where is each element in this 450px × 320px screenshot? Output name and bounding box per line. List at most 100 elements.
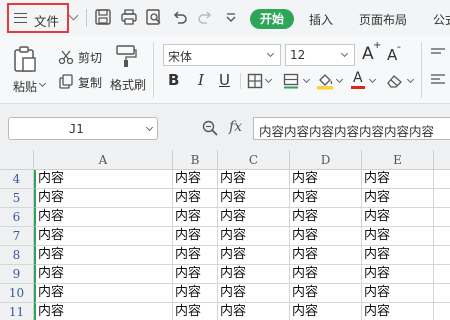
cell[interactable] [434, 284, 450, 303]
row-header[interactable]: 7 [0, 227, 34, 246]
cell[interactable]: 内容 [290, 246, 362, 265]
cell[interactable]: 内容 [173, 189, 218, 208]
cell[interactable]: 内容 [290, 227, 362, 246]
cell[interactable]: 内容 [34, 303, 173, 320]
font-color-button[interactable]: A [350, 70, 366, 90]
file-menu-button[interactable]: 文件 [7, 3, 69, 33]
chevron-down-icon[interactable] [68, 10, 79, 21]
save-icon[interactable] [94, 8, 112, 26]
tab-page-layout[interactable]: 页面布局 [359, 11, 407, 28]
print-preview-icon[interactable] [145, 8, 163, 26]
column-header-d[interactable]: D [290, 150, 362, 170]
cell[interactable]: 内容 [290, 170, 362, 189]
row-header[interactable]: 5 [0, 189, 34, 208]
chevron-down-icon[interactable] [368, 75, 377, 84]
borders-icon[interactable] [247, 73, 263, 89]
cell[interactable]: 内容 [173, 170, 218, 189]
cell[interactable]: 内容 [362, 170, 434, 189]
cell[interactable]: 内容 [34, 208, 173, 227]
cell[interactable]: 内容 [218, 265, 290, 284]
fill-color-icon[interactable] [316, 72, 334, 90]
chevron-down-icon[interactable] [302, 75, 311, 84]
cell[interactable]: 内容 [218, 189, 290, 208]
cell[interactable]: 内容 [362, 208, 434, 227]
shrink-font-button[interactable]: A [387, 46, 397, 64]
row-header[interactable]: 11 [0, 303, 34, 320]
cell[interactable]: 内容 [290, 208, 362, 227]
cell[interactable]: 内容 [362, 246, 434, 265]
chevron-down-icon[interactable] [264, 75, 273, 84]
bold-button[interactable]: B [168, 71, 179, 91]
cell[interactable]: 内容 [218, 303, 290, 320]
cell[interactable] [434, 303, 450, 320]
column-header-a[interactable]: A [34, 150, 173, 170]
cell[interactable]: 内容 [34, 170, 173, 189]
cell[interactable]: 内容 [362, 303, 434, 320]
chevron-down-icon[interactable] [335, 75, 344, 84]
cell[interactable] [434, 246, 450, 265]
cell[interactable] [434, 227, 450, 246]
cell[interactable]: 内容 [173, 284, 218, 303]
underline-button[interactable]: U [219, 71, 230, 91]
cell[interactable]: 内容 [290, 303, 362, 320]
tab-formula[interactable]: 公式 [433, 11, 450, 28]
redo-icon[interactable] [196, 8, 214, 26]
column-header-partial[interactable] [434, 150, 450, 170]
format-painter-button[interactable]: 格式刷 [110, 76, 146, 93]
undo-icon[interactable] [171, 8, 189, 26]
cell[interactable]: 内容 [362, 189, 434, 208]
cell[interactable]: 内容 [218, 227, 290, 246]
grow-font-button[interactable]: A [362, 44, 374, 64]
chevron-down-icon[interactable] [145, 123, 154, 132]
cell[interactable]: 内容 [218, 284, 290, 303]
align-left-icon[interactable] [431, 74, 445, 86]
tab-insert[interactable]: 插入 [309, 11, 333, 28]
cell[interactable] [434, 265, 450, 284]
column-header-c[interactable]: C [218, 150, 290, 170]
row-header[interactable]: 10 [0, 284, 34, 303]
zoom-search-icon[interactable] [202, 120, 218, 136]
print-icon[interactable] [120, 8, 138, 26]
column-header-e[interactable]: E [362, 150, 434, 170]
cell[interactable]: 内容 [362, 227, 434, 246]
row-header[interactable]: 9 [0, 265, 34, 284]
fx-button[interactable]: fx [229, 119, 242, 135]
scissors-icon[interactable] [58, 49, 74, 65]
tab-start[interactable]: 开始 [250, 9, 294, 29]
select-all-corner[interactable] [0, 150, 34, 170]
chevron-down-icon[interactable] [406, 75, 415, 84]
more-icon[interactable] [222, 8, 240, 26]
cell[interactable]: 内容 [173, 246, 218, 265]
align-top-icon[interactable] [431, 47, 445, 57]
cell[interactable]: 内容 [290, 265, 362, 284]
cell[interactable]: 内容 [173, 265, 218, 284]
row-header[interactable]: 4 [0, 170, 34, 189]
cut-button[interactable]: 剪切 [78, 49, 102, 66]
cell[interactable]: 内容 [290, 189, 362, 208]
chevron-down-icon[interactable] [340, 49, 349, 58]
cell[interactable] [434, 208, 450, 227]
cell[interactable]: 内容 [218, 208, 290, 227]
cell[interactable] [434, 170, 450, 189]
paste-icon[interactable] [12, 45, 38, 73]
cell[interactable] [434, 189, 450, 208]
fill-pattern-icon[interactable] [283, 73, 301, 89]
format-painter-icon[interactable] [115, 44, 137, 68]
column-header-b[interactable]: B [173, 150, 218, 170]
cell[interactable]: 内容 [34, 246, 173, 265]
cell[interactable]: 内容 [34, 265, 173, 284]
copy-button[interactable]: 复制 [78, 74, 102, 91]
paste-button[interactable]: 粘贴 [13, 78, 37, 95]
cell[interactable]: 内容 [173, 227, 218, 246]
cell[interactable]: 内容 [362, 265, 434, 284]
row-header[interactable]: 8 [0, 246, 34, 265]
font-size-select[interactable]: 12 [285, 44, 355, 66]
row-header[interactable]: 6 [0, 208, 34, 227]
formula-input[interactable]: 内容内容内容内容内容内容内容 [253, 117, 450, 140]
name-box[interactable]: J1 [8, 117, 158, 140]
eraser-icon[interactable] [386, 73, 404, 89]
copy-icon[interactable] [58, 74, 74, 90]
cell[interactable]: 内容 [34, 284, 173, 303]
cell[interactable]: 内容 [218, 246, 290, 265]
cell[interactable]: 内容 [34, 189, 173, 208]
